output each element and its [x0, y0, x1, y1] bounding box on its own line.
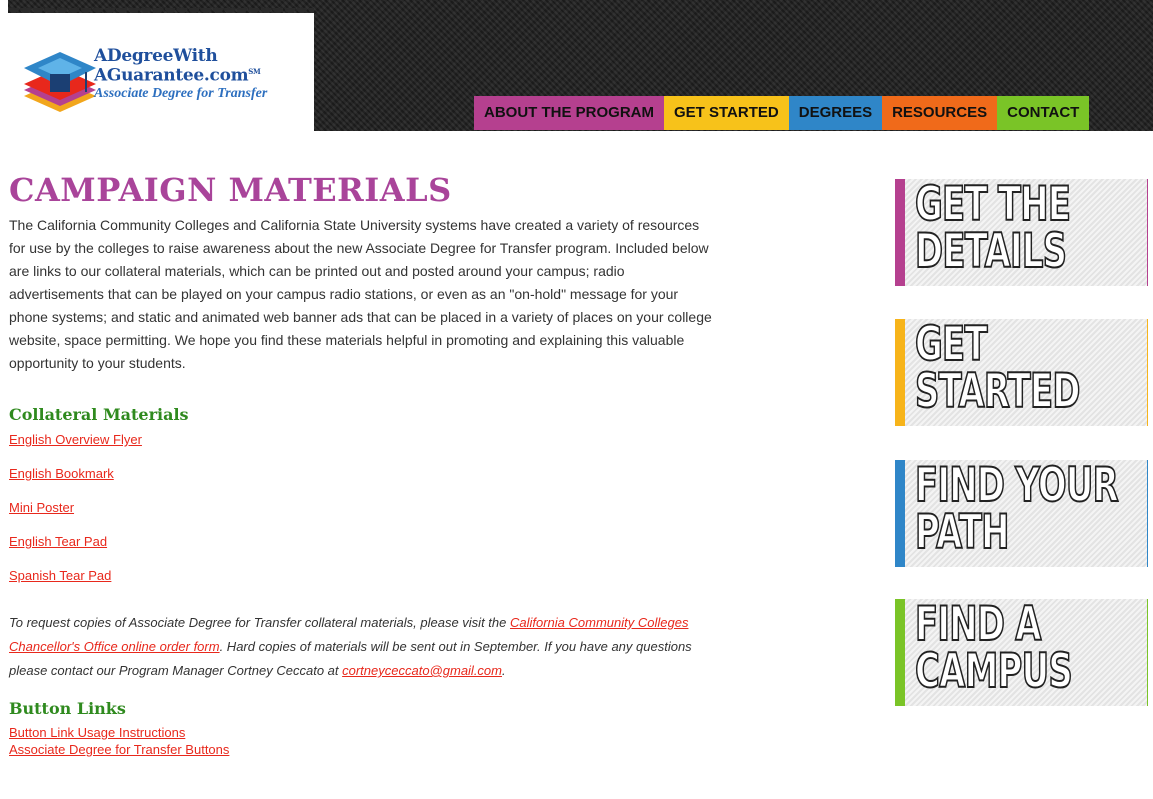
note-text-3: .: [502, 663, 506, 678]
link-english-bookmark[interactable]: English Bookmark: [9, 466, 719, 481]
get-started-button[interactable]: GET STARTED: [895, 319, 1148, 426]
page-title: CAMPAIGN MATERIALS: [9, 171, 452, 209]
side-color-bar: [895, 599, 905, 706]
side-color-bar: [895, 460, 905, 567]
main-content: CAMPAIGN MATERIALS The California Commun…: [9, 170, 719, 757]
get-the-details-button[interactable]: GET THE DETAILS: [895, 179, 1148, 286]
side-color-bar: [895, 319, 905, 426]
side-button-text: FIND A CAMPUS: [914, 599, 1073, 699]
link-button-usage-instructions[interactable]: Button Link Usage Instructions: [9, 725, 719, 740]
note-text-1: To request copies of Associate Degree fo…: [9, 615, 510, 630]
nav-contact[interactable]: CONTACT: [997, 96, 1090, 130]
side-color-bar: [895, 179, 905, 286]
link-spanish-tear-pad[interactable]: Spanish Tear Pad: [9, 568, 719, 583]
link-english-tear-pad[interactable]: English Tear Pad: [9, 534, 719, 549]
email-link[interactable]: cortneyceccato@gmail.com: [342, 663, 502, 678]
side-button-text: GET THE DETAILS: [914, 179, 1071, 279]
button-links-heading: Button Links: [9, 699, 126, 718]
side-button-text: GET STARTED: [914, 319, 1081, 419]
find-your-path-button[interactable]: FIND YOUR PATH: [895, 460, 1148, 567]
find-a-campus-button[interactable]: FIND A CAMPUS: [895, 599, 1148, 706]
side-button-text: FIND YOUR PATH: [914, 460, 1119, 560]
order-note: To request copies of Associate Degree fo…: [9, 611, 709, 683]
nav-get-started[interactable]: GET STARTED: [664, 96, 789, 130]
nav-degrees[interactable]: DEGREES: [788, 96, 883, 130]
link-transfer-buttons[interactable]: Associate Degree for Transfer Buttons: [9, 742, 719, 757]
graduation-cap-logo-icon: [24, 52, 96, 112]
intro-paragraph: The California Community Colleges and Ca…: [9, 217, 712, 371]
collateral-materials-heading: Collateral Materials: [9, 405, 189, 424]
main-nav: ABOUT THE PROGRAM GET STARTED DEGREES RE…: [474, 96, 1090, 130]
button-links-list: Button Link Usage Instructions Associate…: [9, 725, 719, 757]
logo-line-2: AGuarantee.comSM: [94, 65, 261, 86]
link-mini-poster[interactable]: Mini Poster: [9, 500, 719, 515]
site-header: ADegreeWith AGuarantee.comSM Associate D…: [8, 0, 1153, 131]
logo-tagline: Associate Degree for Transfer: [94, 85, 268, 101]
nav-about-the-program[interactable]: ABOUT THE PROGRAM: [474, 96, 664, 130]
collateral-links-list: English Overview Flyer English Bookmark …: [9, 432, 719, 583]
nav-resources[interactable]: RESOURCES: [882, 96, 998, 130]
link-english-overview-flyer[interactable]: English Overview Flyer: [9, 432, 719, 447]
logo-line-1: ADegreeWith: [94, 46, 218, 66]
logo-text: ADegreeWith AGuarantee.comSM Associate D…: [94, 46, 268, 101]
site-logo[interactable]: ADegreeWith AGuarantee.comSM Associate D…: [8, 13, 314, 131]
